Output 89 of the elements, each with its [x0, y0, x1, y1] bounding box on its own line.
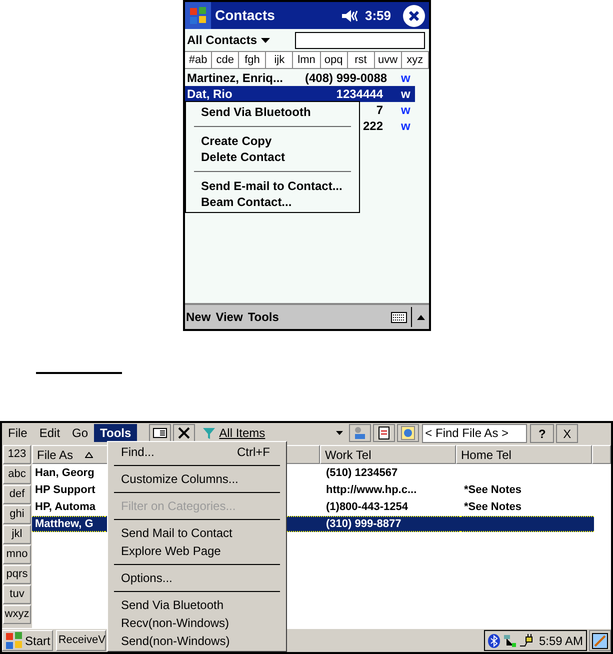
letter-button[interactable]: wxyz: [3, 605, 31, 624]
power-plug-icon: [520, 634, 534, 648]
funnel-icon: [203, 428, 216, 438]
dropdown-caret-icon: [336, 431, 344, 435]
letter-tab[interactable]: rst: [348, 52, 375, 68]
letter-button[interactable]: jkl: [3, 525, 31, 544]
desktop-button[interactable]: [589, 630, 611, 651]
mail-button[interactable]: [373, 424, 396, 442]
table-cell[interactable]: (1)800-443-1254: [286, 499, 460, 515]
menu-item[interactable]: Recv(non-Windows): [108, 614, 286, 632]
table-cell[interactable]: (510) 1234567: [286, 465, 460, 481]
menu-item[interactable]: Options...: [108, 569, 286, 587]
letter-tab[interactable]: cde: [212, 52, 240, 68]
menu-item[interactable]: Customize Columns...: [108, 470, 286, 488]
contact-row[interactable]: Martinez, Enriq... (408) 999-0088 w: [185, 70, 415, 86]
table-cell[interactable]: Han, Georg: [32, 465, 105, 481]
table-cell[interactable]: [460, 516, 594, 532]
windows-flag-icon: [5, 631, 23, 650]
table-cell[interactable]: HP Support: [32, 482, 105, 498]
letter-tab[interactable]: fgh: [239, 52, 266, 68]
menu-bar-item[interactable]: Edit: [33, 424, 66, 442]
menu-bar-item[interactable]: Tools: [248, 308, 279, 326]
taskbar-button[interactable]: ReceiveV: [56, 630, 106, 651]
globe-icon: [401, 426, 416, 440]
keyboard-button[interactable]: [391, 307, 412, 327]
table-cell[interactable]: (310) 999-8877: [286, 516, 460, 532]
menu-item[interactable]: Find... Ctrl+F: [108, 443, 286, 461]
windows-flag-icon: [189, 6, 207, 25]
close-icon: [408, 10, 420, 22]
menu-item[interactable]: Send Via Bluetooth: [108, 596, 286, 614]
clock-time: 3:59: [364, 6, 391, 25]
pen-icon: [592, 632, 608, 648]
window-title: Contacts: [215, 6, 275, 25]
menu-bar-item[interactable]: New: [186, 308, 211, 326]
dropdown-caret-icon: [261, 38, 270, 42]
people-icon: [353, 426, 368, 440]
letter-button[interactable]: pqrs: [3, 565, 31, 584]
menu-item[interactable]: Delete Contact: [186, 149, 359, 165]
search-field[interactable]: [295, 32, 425, 48]
letter-tab[interactable]: #ab: [185, 52, 212, 68]
table-cell[interactable]: *See Notes: [460, 499, 594, 515]
card-view-button[interactable]: [149, 424, 172, 442]
letter-button[interactable]: def: [3, 485, 31, 504]
table-cell[interactable]: Matthew, G: [32, 516, 105, 532]
table-cell[interactable]: *See Notes: [460, 482, 594, 498]
letter-button[interactable]: mno: [3, 545, 31, 564]
menu-item[interactable]: Explore Web Page: [108, 542, 286, 560]
x-icon: [178, 427, 190, 439]
delete-button[interactable]: [173, 424, 196, 442]
letter-tab[interactable]: lmn: [293, 52, 321, 68]
sort-triangle-icon: [85, 452, 94, 458]
start-button[interactable]: [185, 2, 211, 29]
column-header[interactable]: Home Tel: [456, 445, 592, 464]
menu-item[interactable]: Send Mail to Contact: [108, 524, 286, 542]
column-header[interactable]: Work Tel: [320, 445, 456, 464]
clock-time: 5:59 AM: [538, 632, 583, 650]
column-header[interactable]: [592, 445, 611, 464]
letter-button[interactable]: tuv: [3, 585, 31, 604]
menu-item[interactable]: Create Copy: [186, 133, 359, 149]
menu-bar-item[interactable]: View: [216, 308, 243, 326]
letter-button[interactable]: 123: [3, 445, 31, 464]
menu-bar-item[interactable]: Tools: [94, 424, 138, 442]
close-button[interactable]: [403, 4, 425, 26]
table-cell[interactable]: http://www.hp.c...: [286, 482, 460, 498]
bluetooth-icon: [488, 634, 500, 648]
network-icon: [502, 634, 517, 648]
letter-tab[interactable]: ijk: [266, 52, 294, 68]
menu-item[interactable]: Beam Contact...: [186, 194, 359, 210]
find-field[interactable]: < Find File As >: [422, 424, 528, 442]
contacts-filter-dropdown[interactable]: All Contacts: [187, 31, 270, 49]
menu-bar-item[interactable]: Go: [66, 424, 94, 442]
table-cell[interactable]: HP, Automa: [32, 499, 105, 515]
start-button[interactable]: Start: [2, 630, 54, 651]
close-button[interactable]: X: [556, 424, 578, 442]
menu-bar-item[interactable]: File: [2, 424, 34, 442]
menu-item[interactable]: Send E-mail to Contact...: [186, 178, 359, 194]
card-icon: [153, 428, 168, 438]
letter-tab[interactable]: opq: [320, 52, 348, 68]
menu-item[interactable]: Send(non-Windows): [108, 632, 286, 650]
letter-button[interactable]: abc: [3, 465, 31, 484]
document-icon: [377, 426, 392, 440]
up-arrow-icon: [417, 314, 425, 320]
letter-tab[interactable]: uvw: [374, 52, 402, 68]
help-button[interactable]: ?: [530, 424, 554, 442]
keyboard-icon: [391, 312, 407, 322]
menu-item[interactable]: Send Via Bluetooth: [186, 104, 359, 120]
contact-row[interactable]: Dat, Rio 1234444 w: [185, 86, 415, 102]
letter-tab[interactable]: xyz: [402, 52, 429, 68]
letter-button[interactable]: ghi: [3, 505, 31, 524]
